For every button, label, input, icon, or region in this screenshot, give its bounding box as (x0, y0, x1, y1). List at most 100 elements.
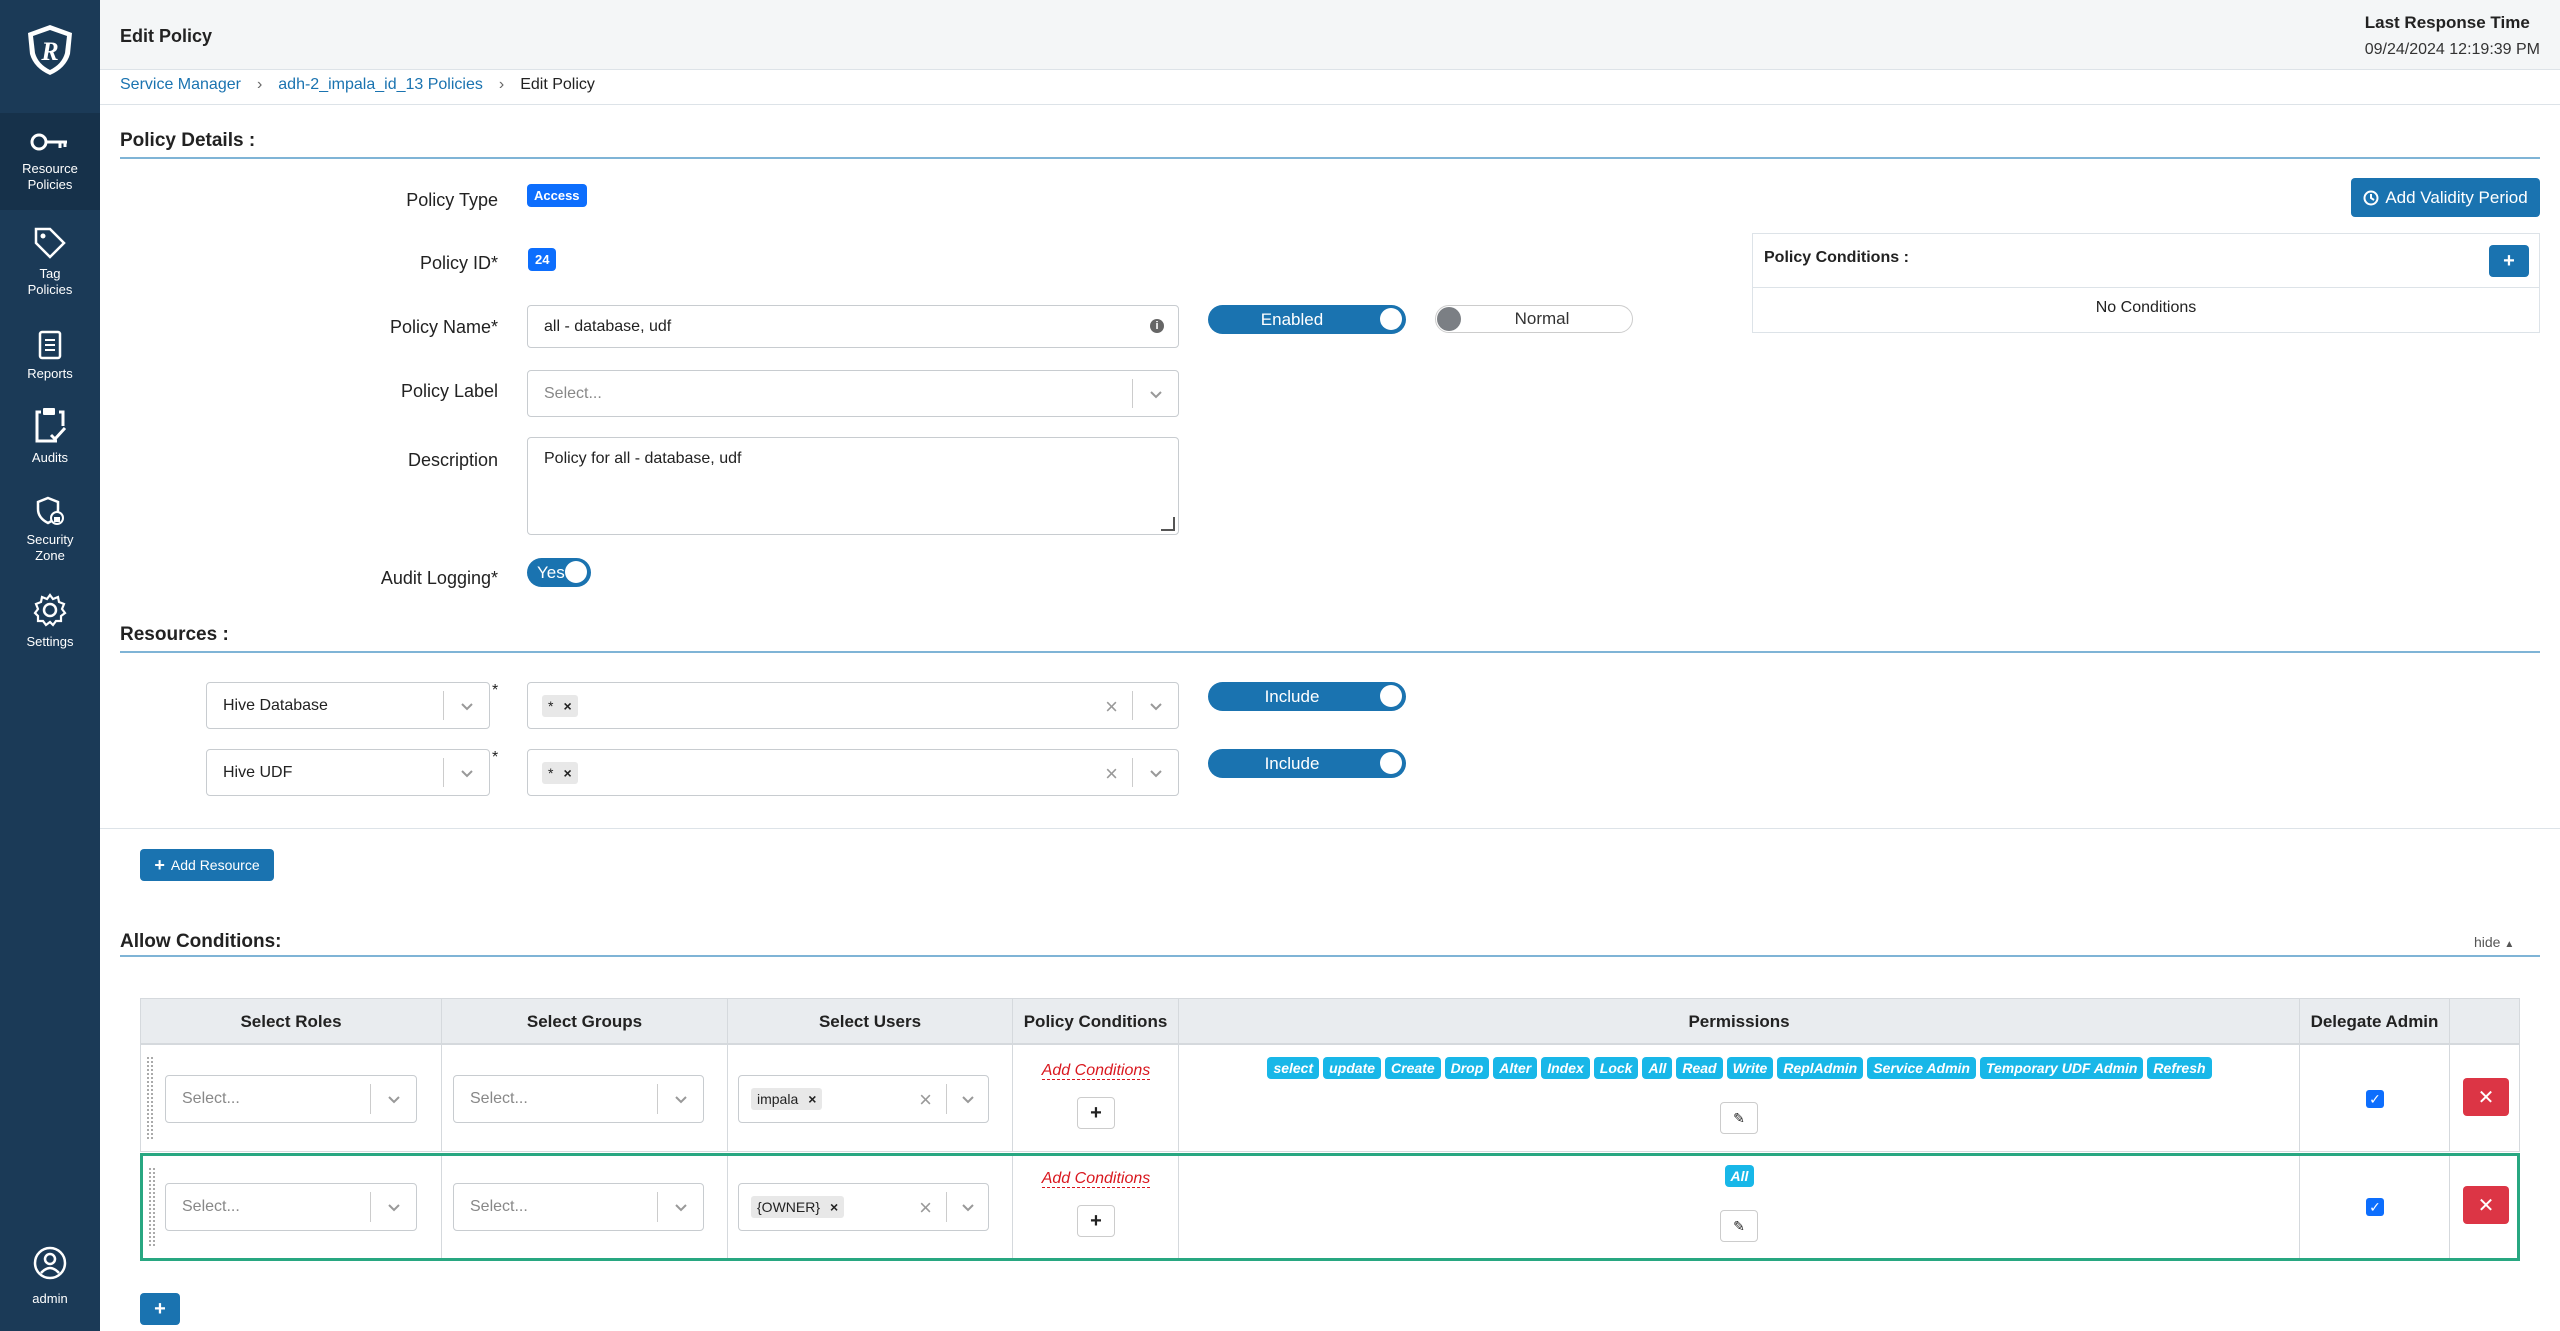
remove-tag-icon[interactable]: × (563, 698, 571, 714)
select-groups[interactable]: Select... (453, 1183, 704, 1231)
info-icon[interactable]: i (1150, 319, 1164, 333)
column-header: Select Groups (442, 999, 728, 1045)
permission-tag: Drop (1444, 1057, 1490, 1079)
svg-text:R: R (40, 37, 58, 66)
sidebar-label: Audits (31, 450, 69, 465)
ranger-logo[interactable]: R (22, 22, 78, 78)
sidebar-label: Policies (27, 177, 73, 192)
delete-row-button[interactable]: ✕ (2463, 1186, 2509, 1224)
user-icon (33, 1246, 67, 1280)
key-icon (30, 133, 67, 151)
enabled-toggle[interactable]: Enabled (1208, 305, 1406, 334)
delegate-admin-checkbox[interactable]: ✓ (2366, 1090, 2384, 1108)
plus-icon: + (154, 854, 165, 875)
breadcrumb-policies[interactable]: adh-2_impala_id_13 Policies (278, 76, 483, 94)
policy-name-label: Policy Name* (389, 317, 498, 337)
chevron-down-icon[interactable] (1132, 758, 1178, 787)
toggle-label: Yes (537, 562, 565, 582)
edit-permissions-button[interactable]: ✎ (1720, 1210, 1758, 1242)
select-roles[interactable]: Select... (165, 1183, 417, 1231)
delegate-admin-checkbox[interactable]: ✓ (2366, 1198, 2384, 1216)
response-value: 09/24/2024 12:19:39 PM (2364, 41, 2540, 58)
divider (100, 828, 2560, 829)
user-menu[interactable]: admin (0, 1245, 100, 1306)
add-condition-button[interactable]: + (1077, 1205, 1115, 1237)
resource-value-select[interactable]: * × × (527, 682, 1179, 729)
table-row: Select... Select... {OWNER} × × Add Condi… (140, 1153, 2520, 1261)
clear-icon[interactable]: × (1105, 694, 1118, 720)
policy-name-input[interactable]: all - database, udf i (527, 305, 1179, 348)
add-validity-period-button[interactable]: Add Validity Period (2351, 178, 2540, 217)
policy-id-badge: 24 (528, 248, 557, 271)
chevron-down-icon[interactable] (443, 691, 489, 720)
chevron-down-icon[interactable] (443, 758, 489, 787)
permission-tag: Index (1541, 1057, 1590, 1079)
clear-icon[interactable]: × (1105, 761, 1118, 787)
remove-tag-icon[interactable]: × (830, 1199, 838, 1215)
chevron-down-icon[interactable] (657, 1192, 703, 1222)
chevron-down-icon[interactable] (657, 1084, 703, 1114)
add-condition-button[interactable]: + (1077, 1097, 1115, 1129)
select-placeholder: Select... (182, 1090, 240, 1107)
select-placeholder: Select... (182, 1198, 240, 1215)
permissions-list[interactable]: All (1179, 1165, 2300, 1187)
resource-value-select[interactable]: * × × (527, 749, 1179, 796)
select-roles[interactable]: Select... (165, 1075, 417, 1123)
sidebar-item-security-zone[interactable]: Security Zone (0, 496, 100, 564)
chevron-down-icon[interactable] (946, 1084, 988, 1114)
policy-name-value: all - database, udf (544, 317, 672, 335)
clear-icon[interactable]: × (919, 1087, 932, 1113)
resource-type-select[interactable]: Hive UDF (206, 749, 490, 796)
delete-row-button[interactable]: ✕ (2463, 1078, 2509, 1116)
sidebar-item-tag-policies[interactable]: Tag Policies (0, 226, 100, 298)
permission-tag: select (1267, 1057, 1320, 1079)
permissions-list[interactable]: select update Create Drop Alter Index Lock All R… (1179, 1057, 2300, 1079)
tag-label: impala (757, 1091, 799, 1107)
include-toggle[interactable]: Include (1208, 749, 1406, 778)
edit-permissions-button[interactable]: ✎ (1720, 1102, 1758, 1134)
permission-tag: ReplAdmin (1777, 1057, 1864, 1079)
chevron-down-icon[interactable] (370, 1084, 416, 1114)
sidebar-item-settings[interactable]: Settings (0, 592, 100, 650)
select-groups[interactable]: Select... (453, 1075, 704, 1123)
chevron-down-icon[interactable] (1132, 691, 1178, 720)
section-divider (120, 651, 2540, 653)
toggle-label: Enabled (1260, 309, 1324, 329)
description-value: Policy for all - database, udf (544, 450, 742, 467)
policy-label-select[interactable]: Select... (527, 370, 1179, 417)
permission-tag: Refresh (2147, 1057, 2212, 1079)
sidebar-item-audits[interactable]: Audits (0, 406, 100, 466)
breadcrumb-current: Edit Policy (520, 76, 595, 93)
chevron-down-icon[interactable] (370, 1192, 416, 1222)
section-divider (120, 955, 2540, 957)
permission-tag: Alter (1493, 1057, 1538, 1079)
add-allow-condition-button[interactable]: + (140, 1293, 180, 1325)
sidebar-item-resource-policies[interactable]: Resource Policies (0, 113, 100, 210)
select-users[interactable]: {OWNER} × × (738, 1183, 989, 1231)
chevron-down-icon[interactable] (946, 1192, 988, 1222)
select-placeholder: Select... (544, 384, 602, 402)
audit-logging-toggle[interactable]: Yes (527, 558, 591, 587)
remove-tag-icon[interactable]: × (808, 1091, 816, 1107)
resource-type-select[interactable]: Hive Database (206, 682, 490, 729)
policy-priority-toggle[interactable]: Normal (1435, 305, 1633, 333)
resize-handle-icon[interactable] (1161, 517, 1175, 531)
include-toggle[interactable]: Include (1208, 682, 1406, 711)
remove-tag-icon[interactable]: × (563, 765, 571, 781)
column-header: Delegate Admin (2300, 999, 2450, 1045)
add-conditions-link[interactable]: Add Conditions (1041, 1170, 1151, 1188)
chevron-down-icon[interactable] (1132, 379, 1178, 408)
sidebar-item-reports[interactable]: Reports (0, 330, 100, 382)
add-resource-button[interactable]: + Add Resource (140, 849, 274, 881)
permission-tag: All (1724, 1165, 1755, 1187)
policy-type-label: Policy Type (406, 190, 498, 210)
description-textarea[interactable]: Policy for all - database, udf (527, 437, 1179, 535)
hide-toggle[interactable]: hide ▲ (2474, 934, 2514, 950)
breadcrumb-service-manager[interactable]: Service Manager (120, 76, 241, 94)
clear-icon[interactable]: × (919, 1195, 932, 1221)
select-users[interactable]: impala × × (738, 1075, 989, 1123)
sidebar-label: Security (26, 532, 74, 547)
policy-details-title: Policy Details : (120, 130, 256, 151)
add-conditions-link[interactable]: Add Conditions (1041, 1062, 1151, 1080)
add-policy-condition-button[interactable]: + (2489, 245, 2529, 277)
